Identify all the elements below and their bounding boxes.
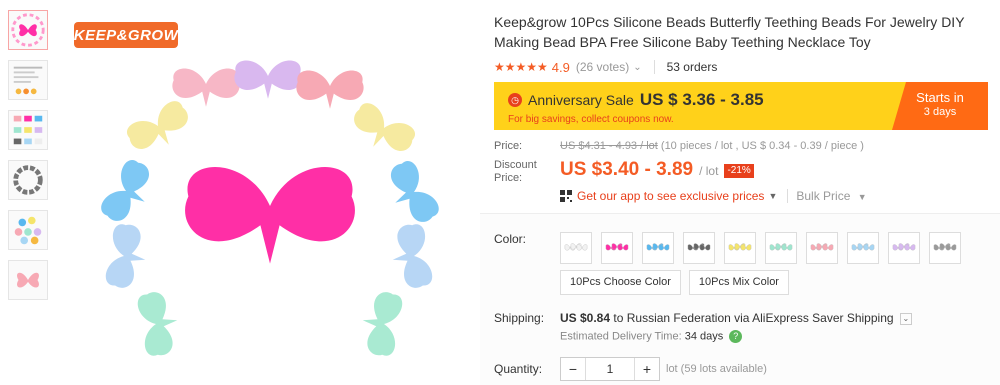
- color-swatch-yellow[interactable]: [724, 232, 756, 264]
- butterfly-icon: [769, 243, 793, 251]
- chevron-down-icon[interactable]: ⌄: [899, 312, 912, 325]
- color-label: Color:: [494, 232, 527, 246]
- chevron-down-icon[interactable]: ▼: [768, 191, 777, 201]
- butterfly-icon: [933, 243, 957, 251]
- clock-icon: ◷: [508, 93, 522, 107]
- color-option-2[interactable]: 10Pcs Mix Color: [688, 270, 789, 295]
- brand-logo: KEEP&GROW: [74, 22, 178, 48]
- color-swatch-gray[interactable]: [929, 232, 961, 264]
- butterfly-icon: [564, 243, 588, 251]
- color-swatch-white[interactable]: [560, 232, 592, 264]
- butterfly-icon: [810, 243, 834, 251]
- delivery-time: Estimated Delivery Time: 34 days ?: [560, 330, 912, 343]
- discount-price-label: Discount Price:: [494, 159, 537, 184]
- shipping-info[interactable]: US $0.84 to Russian Federation via AliEx…: [560, 311, 912, 325]
- product-info-panel: Keep&grow 10Pcs Silicone Beads Butterfly…: [480, 0, 1000, 381]
- shipping-row: Shipping: US $0.84 to Russian Federation…: [494, 311, 1000, 343]
- butterfly-icon: [892, 243, 916, 251]
- quantity-label: Quantity:: [494, 362, 543, 376]
- delivery-days: 34 days: [684, 330, 724, 343]
- original-price-note: (10 pieces / lot , US $ 0.34 - 0.39 / pi…: [660, 140, 864, 152]
- butterfly-icon: [687, 243, 711, 251]
- color-swatch-rose[interactable]: [601, 232, 633, 264]
- price-label: Price:: [494, 140, 523, 152]
- per-lot-label: / lot: [699, 164, 719, 178]
- thumbnail-3[interactable]: [8, 110, 48, 150]
- price-block: Price: US $4.31 - 4.93 / lot (10 pieces …: [494, 140, 1000, 203]
- qr-icon: [560, 190, 572, 202]
- separator: [653, 60, 655, 74]
- app-exclusive-link[interactable]: Get our app to see exclusive prices: [577, 189, 764, 203]
- quantity-available: lot (59 lots available): [666, 363, 767, 375]
- product-title: Keep&grow 10Pcs Silicone Beads Butterfly…: [494, 14, 965, 50]
- discount-price: US $3.40 - 3.89: [560, 159, 694, 180]
- quantity-decrease-button[interactable]: −: [561, 358, 585, 380]
- starts-in-value: 3 days: [923, 106, 957, 118]
- thumbnail-2[interactable]: [8, 60, 48, 100]
- chevron-down-icon: ▼: [857, 192, 867, 202]
- orders-count: 53 orders: [666, 60, 718, 74]
- thumbnail-5[interactable]: [8, 210, 48, 250]
- butterfly-beads-image: [97, 60, 443, 358]
- votes-link[interactable]: (26 votes): [576, 60, 629, 74]
- shipping-label: Shipping:: [494, 311, 545, 325]
- sale-price: US $ 3.36 - 3.85: [639, 90, 764, 109]
- color-selector: Color: 10Pcs Choose Color 10Pcs Mix Color: [494, 232, 1000, 295]
- original-price: US $4.31 - 4.93 / lot (10 pieces / lot ,…: [560, 140, 864, 152]
- color-swatch-sky-blue[interactable]: [642, 232, 674, 264]
- color-swatch-dark-gray[interactable]: [683, 232, 715, 264]
- color-swatch-pink[interactable]: [806, 232, 838, 264]
- color-swatch-light-blue[interactable]: [847, 232, 879, 264]
- thumbnail-1[interactable]: [8, 10, 48, 50]
- sale-banner-main: ◷ Anniversary Sale US $ 3.36 - 3.85 For …: [494, 82, 906, 130]
- discount-badge: -21%: [724, 164, 754, 178]
- rating-stars: ★★★★★: [494, 60, 548, 74]
- separator: [787, 189, 789, 203]
- quantity-row: Quantity: − 1 + lot (59 lots available): [494, 357, 1000, 381]
- rating-value: 4.9: [551, 59, 570, 75]
- chevron-down-icon[interactable]: ⌄: [633, 62, 641, 73]
- sale-banner[interactable]: ◷ Anniversary Sale US $ 3.36 - 3.85 For …: [494, 82, 988, 130]
- starts-in-label: Starts in: [916, 90, 964, 105]
- sale-countdown: Starts in 3 days: [892, 82, 988, 130]
- color-swatch-lavender[interactable]: [888, 232, 920, 264]
- delivery-label: Estimated Delivery Time:: [560, 330, 682, 343]
- rating-row: ★★★★★ 4.9 (26 votes) ⌄ 53 orders: [494, 58, 1000, 76]
- section-divider: [480, 213, 1000, 214]
- shipping-method: to Russian Federation via AliExpress Sav…: [613, 311, 894, 325]
- question-icon[interactable]: ?: [729, 330, 743, 343]
- thumbnail-list: [8, 10, 50, 310]
- bulk-price-link[interactable]: Bulk Price ▼: [796, 189, 866, 203]
- butterfly-icon: [851, 243, 875, 251]
- thumbnail-6[interactable]: [8, 260, 48, 300]
- sale-label: Anniversary Sale: [528, 92, 634, 108]
- product-main-image[interactable]: KEEP&GROW: [62, 6, 482, 378]
- color-swatch-mint[interactable]: [765, 232, 797, 264]
- butterfly-icon: [646, 243, 670, 251]
- sale-subtext: For big savings, collect coupons now.: [508, 114, 674, 125]
- quantity-input[interactable]: 1: [585, 358, 635, 380]
- color-swatches: 10Pcs Choose Color 10Pcs Mix Color: [560, 232, 980, 295]
- quantity-stepper: − 1 +: [560, 357, 660, 381]
- shipping-price: US $0.84: [560, 311, 611, 325]
- butterfly-icon: [728, 243, 752, 251]
- quantity-increase-button[interactable]: +: [635, 358, 659, 380]
- butterfly-icon: [605, 243, 629, 251]
- thumbnail-4[interactable]: [8, 160, 48, 200]
- color-option-1[interactable]: 10Pcs Choose Color: [560, 270, 681, 295]
